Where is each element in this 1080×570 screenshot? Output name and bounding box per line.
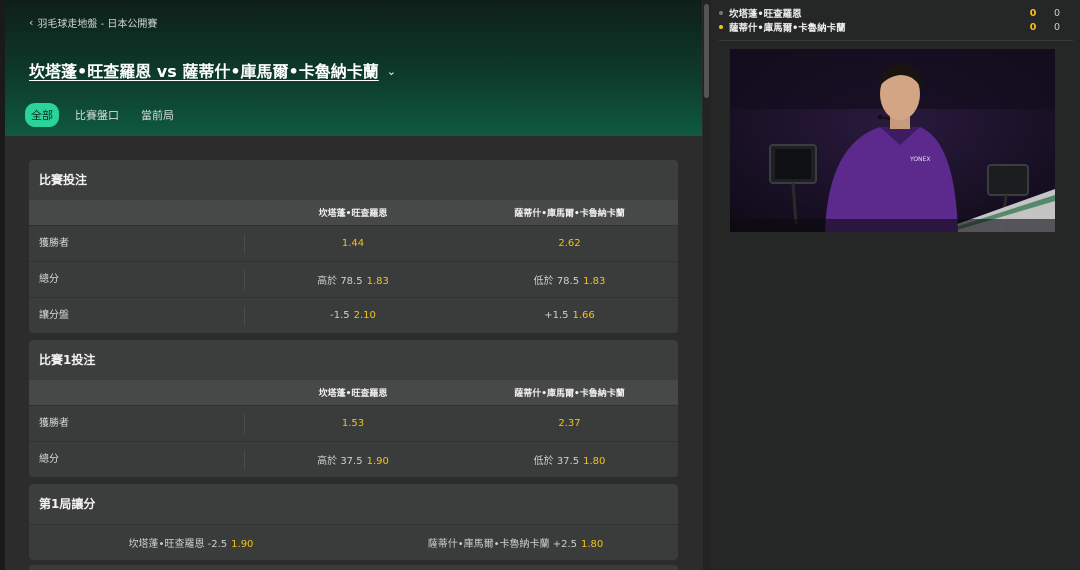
odds-button-b[interactable]: 低於 78.5 1.83 xyxy=(461,272,678,287)
market-title[interactable]: 比賽1投注 xyxy=(29,340,678,380)
market-row-winner: 獲勝者 1.53 2.37 xyxy=(29,405,678,441)
odds-button-a[interactable]: 1.44 xyxy=(245,238,461,249)
main-panel: ‹ 羽毛球走地盤 - 日本公開賽 坎塔蓬•旺查羅恩 vs 薩蒂什•庫馬爾•卡魯納… xyxy=(5,0,702,570)
row-label: 讓分盤 xyxy=(29,305,245,326)
svg-text:YONEX: YONEX xyxy=(909,156,930,163)
odds-line: 薩蒂什•庫馬爾•卡魯納卡蘭 +2.5 xyxy=(427,539,577,550)
divider xyxy=(719,40,1073,41)
market-card-set1-handicap: 第1局讓分 坎塔蓬•旺查羅恩 -2.5 1.90 薩蒂什•庫馬爾•卡魯納卡蘭 +2… xyxy=(29,484,678,560)
odds-value: 1.90 xyxy=(366,456,389,467)
points-score: 0 xyxy=(1053,21,1061,33)
odds-value: 1.44 xyxy=(341,238,365,249)
column-header-player-a: 坎塔蓬•旺查羅恩 xyxy=(318,209,388,219)
app-root: ‹ 羽毛球走地盤 - 日本公開賽 坎塔蓬•旺查羅恩 vs 薩蒂什•庫馬爾•卡魯納… xyxy=(0,0,1080,570)
games-score: 0 xyxy=(1029,21,1037,33)
column-header-player-b: 薩蒂什•庫馬爾•卡魯納卡蘭 xyxy=(514,209,625,219)
breadcrumb-text[interactable]: 羽毛球走地盤 - 日本公開賽 xyxy=(37,15,157,30)
match-title-text[interactable]: 坎塔蓬•旺查羅恩 vs 薩蒂什•庫馬爾•卡魯納卡蘭 xyxy=(29,58,379,82)
odds-button-b[interactable]: 低於 37.5 1.80 xyxy=(461,452,678,467)
odds-value: 2.62 xyxy=(558,238,581,249)
row-label: 獲勝者 xyxy=(29,413,245,434)
odds-button-a[interactable]: -1.5 2.10 xyxy=(245,310,461,321)
market-column-headers: 坎塔蓬•旺查羅恩 薩蒂什•庫馬爾•卡魯納卡蘭 xyxy=(29,200,678,225)
player-name: 薩蒂什•庫馬爾•卡魯納卡蘭 xyxy=(729,23,846,34)
odds-value: 1.90 xyxy=(231,539,254,550)
odds-line: +1.5 xyxy=(544,310,569,321)
odds-button-b[interactable]: 2.62 xyxy=(461,238,678,249)
points-score: 0 xyxy=(1053,7,1061,19)
live-video-player[interactable]: YONEX xyxy=(730,49,1055,232)
odds-button-a[interactable]: 高於 37.5 1.90 xyxy=(245,452,461,467)
odds-line: 低於 78.5 xyxy=(533,276,580,287)
odds-button-a[interactable]: 1.53 xyxy=(245,418,461,429)
odds-line: 坎塔蓬•旺查羅恩 -2.5 xyxy=(128,539,228,550)
market-row-total: 總分 高於 78.5 1.83 低於 78.5 1.83 xyxy=(29,261,678,297)
main-scrollbar[interactable] xyxy=(703,0,711,570)
market-tabs: 全部 比賽盤口 當前局 xyxy=(25,103,180,127)
odds-value: 2.10 xyxy=(353,310,376,321)
odds-button-a[interactable]: 高於 78.5 1.83 xyxy=(245,272,461,287)
odds-button-b[interactable]: 薩蒂什•庫馬爾•卡魯納卡蘭 +2.5 1.80 xyxy=(353,535,678,550)
odds-line: -1.5 xyxy=(330,310,350,321)
player-name: 坎塔蓬•旺查羅恩 xyxy=(729,9,802,20)
row-label: 總分 xyxy=(29,449,245,470)
odds-value: 1.80 xyxy=(581,539,604,550)
market-row-winner: 獲勝者 1.44 2.62 xyxy=(29,225,678,261)
live-video-frame-icon: YONEX xyxy=(730,49,1055,232)
odds-button-b[interactable]: 2.37 xyxy=(461,418,678,429)
odds-value: 1.80 xyxy=(583,456,606,467)
odds-value: 1.83 xyxy=(583,276,606,287)
tab-match-markets[interactable]: 比賽盤口 xyxy=(69,103,125,127)
chevron-down-icon[interactable]: ⌄ xyxy=(387,65,396,78)
market-card-next xyxy=(29,565,678,570)
row-label: 總分 xyxy=(29,269,245,290)
market-row-total: 總分 高於 37.5 1.90 低於 37.5 1.80 xyxy=(29,441,678,477)
odds-line: 低於 37.5 xyxy=(533,456,580,467)
odds-value: 1.66 xyxy=(572,310,595,321)
serve-indicator-icon xyxy=(719,25,723,29)
match-title[interactable]: 坎塔蓬•旺查羅恩 vs 薩蒂什•庫馬爾•卡魯納卡蘭 ⌄ xyxy=(29,58,396,82)
market-row-handicap: 讓分盤 -1.5 2.10 +1.5 1.66 xyxy=(29,297,678,333)
games-score: 0 xyxy=(1029,7,1037,19)
column-header-player-b: 薩蒂什•庫馬爾•卡魯納卡蘭 xyxy=(514,389,625,399)
breadcrumb[interactable]: ‹ 羽毛球走地盤 - 日本公開賽 xyxy=(29,15,157,30)
market-title[interactable]: 比賽投注 xyxy=(29,160,678,200)
scrollbar-thumb[interactable] xyxy=(704,4,709,98)
serve-indicator-icon xyxy=(719,11,723,15)
odds-value: 1.83 xyxy=(366,276,389,287)
scoreboard-row: 坎塔蓬•旺查羅恩 0 0 xyxy=(719,6,1069,20)
scoreboard-row: 薩蒂什•庫馬爾•卡魯納卡蘭 0 0 xyxy=(719,20,1069,34)
odds-value: 1.53 xyxy=(341,418,365,429)
market-column-headers: 坎塔蓬•旺查羅恩 薩蒂什•庫馬爾•卡魯納卡蘭 xyxy=(29,380,678,405)
market-card-game1-bet: 比賽1投注 坎塔蓬•旺查羅恩 薩蒂什•庫馬爾•卡魯納卡蘭 獲勝者 1.53 2.… xyxy=(29,340,678,477)
live-side-panel: 坎塔蓬•旺查羅恩 0 0 薩蒂什•庫馬爾•卡魯納卡蘭 0 0 YONEX xyxy=(711,0,1080,570)
odds-line: 高於 37.5 xyxy=(317,456,363,467)
row-label: 獲勝者 xyxy=(29,233,245,254)
chevron-left-icon[interactable]: ‹ xyxy=(29,16,33,29)
scoreboard: 坎塔蓬•旺查羅恩 0 0 薩蒂什•庫馬爾•卡魯納卡蘭 0 0 xyxy=(719,6,1069,34)
tab-current-game[interactable]: 當前局 xyxy=(135,103,180,127)
column-header-player-a: 坎塔蓬•旺查羅恩 xyxy=(318,389,388,399)
tab-all[interactable]: 全部 xyxy=(25,103,59,127)
odds-value: 2.37 xyxy=(558,418,581,429)
match-header: ‹ 羽毛球走地盤 - 日本公開賽 坎塔蓬•旺查羅恩 vs 薩蒂什•庫馬爾•卡魯納… xyxy=(5,0,702,136)
market-card-match-bet: 比賽投注 坎塔蓬•旺查羅恩 薩蒂什•庫馬爾•卡魯納卡蘭 獲勝者 1.44 2.6… xyxy=(29,160,678,333)
odds-line: 高於 78.5 xyxy=(317,276,363,287)
market-title[interactable]: 第1局讓分 xyxy=(29,484,678,524)
market-row-set-handicap: 坎塔蓬•旺查羅恩 -2.5 1.90 薩蒂什•庫馬爾•卡魯納卡蘭 +2.5 1.80 xyxy=(29,524,678,560)
odds-button-b[interactable]: +1.5 1.66 xyxy=(461,310,678,321)
odds-button-a[interactable]: 坎塔蓬•旺查羅恩 -2.5 1.90 xyxy=(29,535,353,550)
